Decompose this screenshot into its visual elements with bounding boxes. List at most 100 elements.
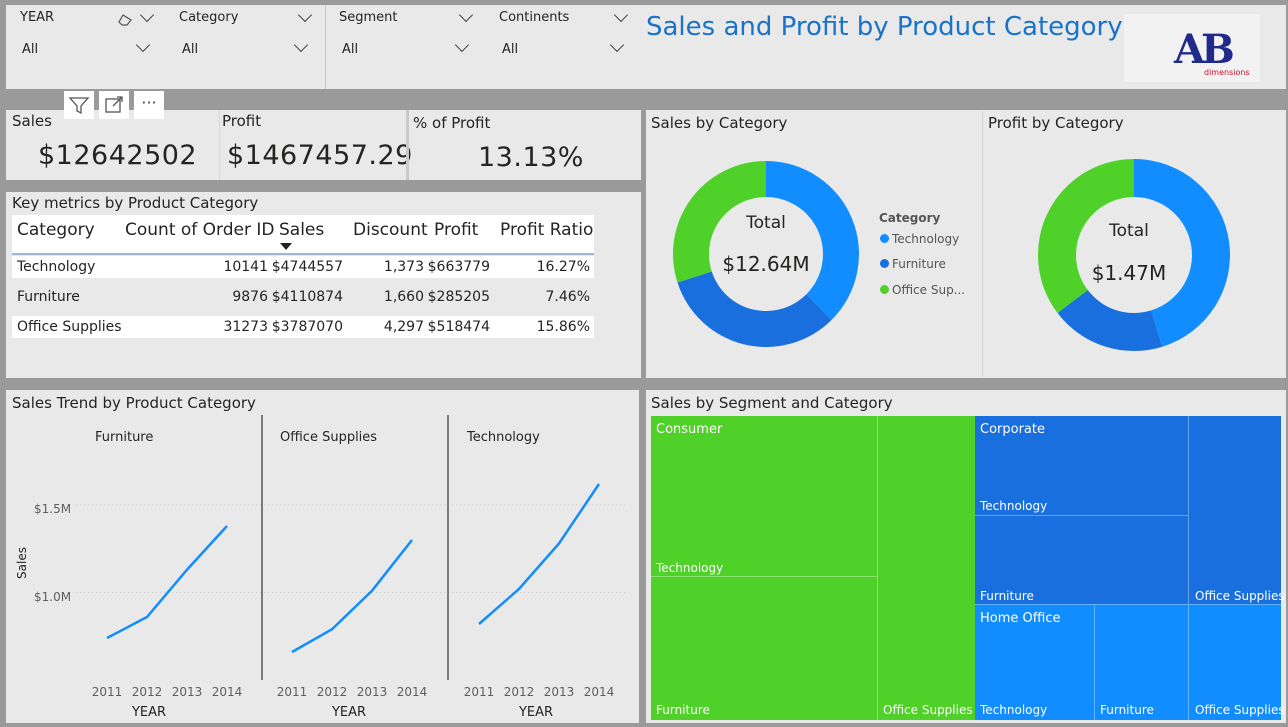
x-axis-title: YEAR xyxy=(518,705,553,720)
table-header-border xyxy=(12,253,594,255)
table-cell: 1,660 xyxy=(383,289,424,305)
card-divider xyxy=(406,110,409,180)
x-tick-label: 2013 xyxy=(357,685,388,699)
legend-title: Category xyxy=(879,211,941,225)
slicer-divider xyxy=(325,5,326,89)
logo: AB dimensions xyxy=(1124,14,1260,82)
treemap-label: Office Supplies xyxy=(1195,589,1285,603)
table-cell: 7.46% xyxy=(545,289,590,305)
eraser-icon[interactable] xyxy=(118,11,132,26)
table-cell: $518474 xyxy=(427,319,490,335)
profit-by-category-title: Profit by Category xyxy=(988,114,1124,132)
page-title: Sales and Profit by Product Category xyxy=(646,12,1123,42)
table-cell: 1,373 xyxy=(383,259,424,275)
treemap-segment-home-office: Home Office xyxy=(980,611,1061,626)
sales-donut-center-label: Total xyxy=(746,213,786,233)
treemap-label: Furniture xyxy=(1100,703,1154,717)
slicer-segment-label: Segment xyxy=(339,10,398,25)
legend-dot xyxy=(880,285,889,294)
sales-trend-chart[interactable]: Furniture 2011 2012 2013 2014 YEAR Office Supp… xyxy=(6,410,639,723)
x-tick-label: 2014 xyxy=(212,685,243,699)
table-cell: 31273 xyxy=(223,319,268,335)
legend-item-technology[interactable]: Technology xyxy=(880,232,959,246)
x-tick-label: 2012 xyxy=(504,685,535,699)
x-tick-label: 2014 xyxy=(584,685,615,699)
slicer-year-label: YEAR xyxy=(20,10,55,25)
treemap-segment-consumer: Consumer xyxy=(656,422,723,437)
x-tick-label: 2011 xyxy=(464,685,495,699)
table-cell: $285205 xyxy=(427,289,490,305)
table-cell: 9876 xyxy=(232,289,268,305)
legend-dot xyxy=(880,259,889,268)
treemap-consumer-furniture[interactable] xyxy=(651,577,878,720)
sort-descending-icon xyxy=(280,243,292,250)
table-cell: 10141 xyxy=(223,259,268,275)
card-pct-label: % of Profit xyxy=(413,114,491,132)
legend-dot xyxy=(880,234,889,243)
treemap-segment-corporate: Corporate xyxy=(980,422,1045,437)
slicer-category-label: Category xyxy=(179,10,239,25)
table-cell: $4744557 xyxy=(271,259,343,275)
trend-panel-title: Furniture xyxy=(95,430,153,445)
legend-item-furniture[interactable]: Furniture xyxy=(880,257,946,271)
table-cell: 16.27% xyxy=(536,259,590,275)
column-header-profit[interactable]: Profit xyxy=(434,220,478,240)
table-cell: 15.86% xyxy=(536,319,590,335)
sales-by-category-title: Sales by Category xyxy=(651,114,788,132)
treemap-title: Sales by Segment and Category xyxy=(651,394,893,412)
slicer-continents-value[interactable]: All xyxy=(502,42,518,57)
treemap-label: Office Supplies xyxy=(883,703,973,717)
card-pct-value: 13.13% xyxy=(478,142,584,173)
slicer-segment-value[interactable]: All xyxy=(342,42,358,57)
x-tick-label: 2013 xyxy=(544,685,575,699)
series-line-furniture[interactable] xyxy=(106,525,228,640)
key-metrics-title: Key metrics by Product Category xyxy=(12,194,259,212)
table-cell: $663779 xyxy=(427,259,490,275)
table-cell: $4110874 xyxy=(271,289,343,305)
treemap-consumer-technology[interactable] xyxy=(651,416,878,577)
column-header-profit-ratio[interactable]: Profit Ratio xyxy=(500,220,593,240)
column-header-sales[interactable]: Sales xyxy=(279,220,324,240)
x-tick-label: 2014 xyxy=(397,685,428,699)
logo-sub: dimensions xyxy=(1204,68,1250,77)
treemap-label: Technology xyxy=(980,703,1048,717)
slicer-category-value[interactable]: All xyxy=(182,42,198,57)
donut-divider xyxy=(982,110,983,378)
sales-donut-center-value: $12.64M xyxy=(722,252,810,276)
table-cell: 4,297 xyxy=(383,319,424,335)
donut-slice-technology[interactable] xyxy=(766,161,859,320)
column-header-count[interactable]: Count of Order ID xyxy=(125,220,275,240)
treemap-label: Office Supplies xyxy=(1195,703,1285,717)
legend-item-office-supplies[interactable]: Office Sup... xyxy=(880,283,965,297)
profit-donut-center-value: $1.47M xyxy=(1091,261,1167,285)
x-tick-label: 2012 xyxy=(317,685,348,699)
slicer-continents-label: Continents xyxy=(499,10,570,25)
column-header-discount[interactable]: Discount xyxy=(353,220,428,240)
treemap-corporate-office[interactable] xyxy=(1189,416,1281,604)
x-axis-title: YEAR xyxy=(131,705,166,720)
treemap-label: Technology xyxy=(980,499,1048,513)
x-tick-label: 2011 xyxy=(277,685,308,699)
x-tick-label: 2012 xyxy=(132,685,163,699)
trend-panel-title: Office Supplies xyxy=(280,430,377,445)
card-profit-value: $1467457.29 xyxy=(227,140,413,171)
card-sales-label: Sales xyxy=(12,112,52,130)
treemap-label: Furniture xyxy=(980,589,1034,603)
more-options-icon[interactable]: ··· xyxy=(134,91,164,119)
table-cell: Office Supplies xyxy=(17,319,122,335)
x-axis-title: YEAR xyxy=(331,705,366,720)
table-cell: $3787070 xyxy=(271,319,343,335)
profit-donut-center-label: Total xyxy=(1109,221,1149,241)
treemap-label: Technology xyxy=(656,561,724,575)
slicer-year-value[interactable]: All xyxy=(22,42,38,57)
column-header-category[interactable]: Category xyxy=(17,220,95,240)
card-profit-label: Profit xyxy=(222,112,262,130)
treemap-consumer-office[interactable] xyxy=(878,416,975,720)
filter-icon[interactable] xyxy=(64,91,94,119)
profit-donut-chart[interactable] xyxy=(1024,145,1244,365)
donut-slice-furniture[interactable] xyxy=(677,271,832,347)
series-line-office-supplies[interactable] xyxy=(291,539,413,654)
trend-panel-title: Technology xyxy=(466,430,540,445)
treemap-label: Furniture xyxy=(656,703,710,717)
focus-mode-icon[interactable] xyxy=(99,91,129,119)
